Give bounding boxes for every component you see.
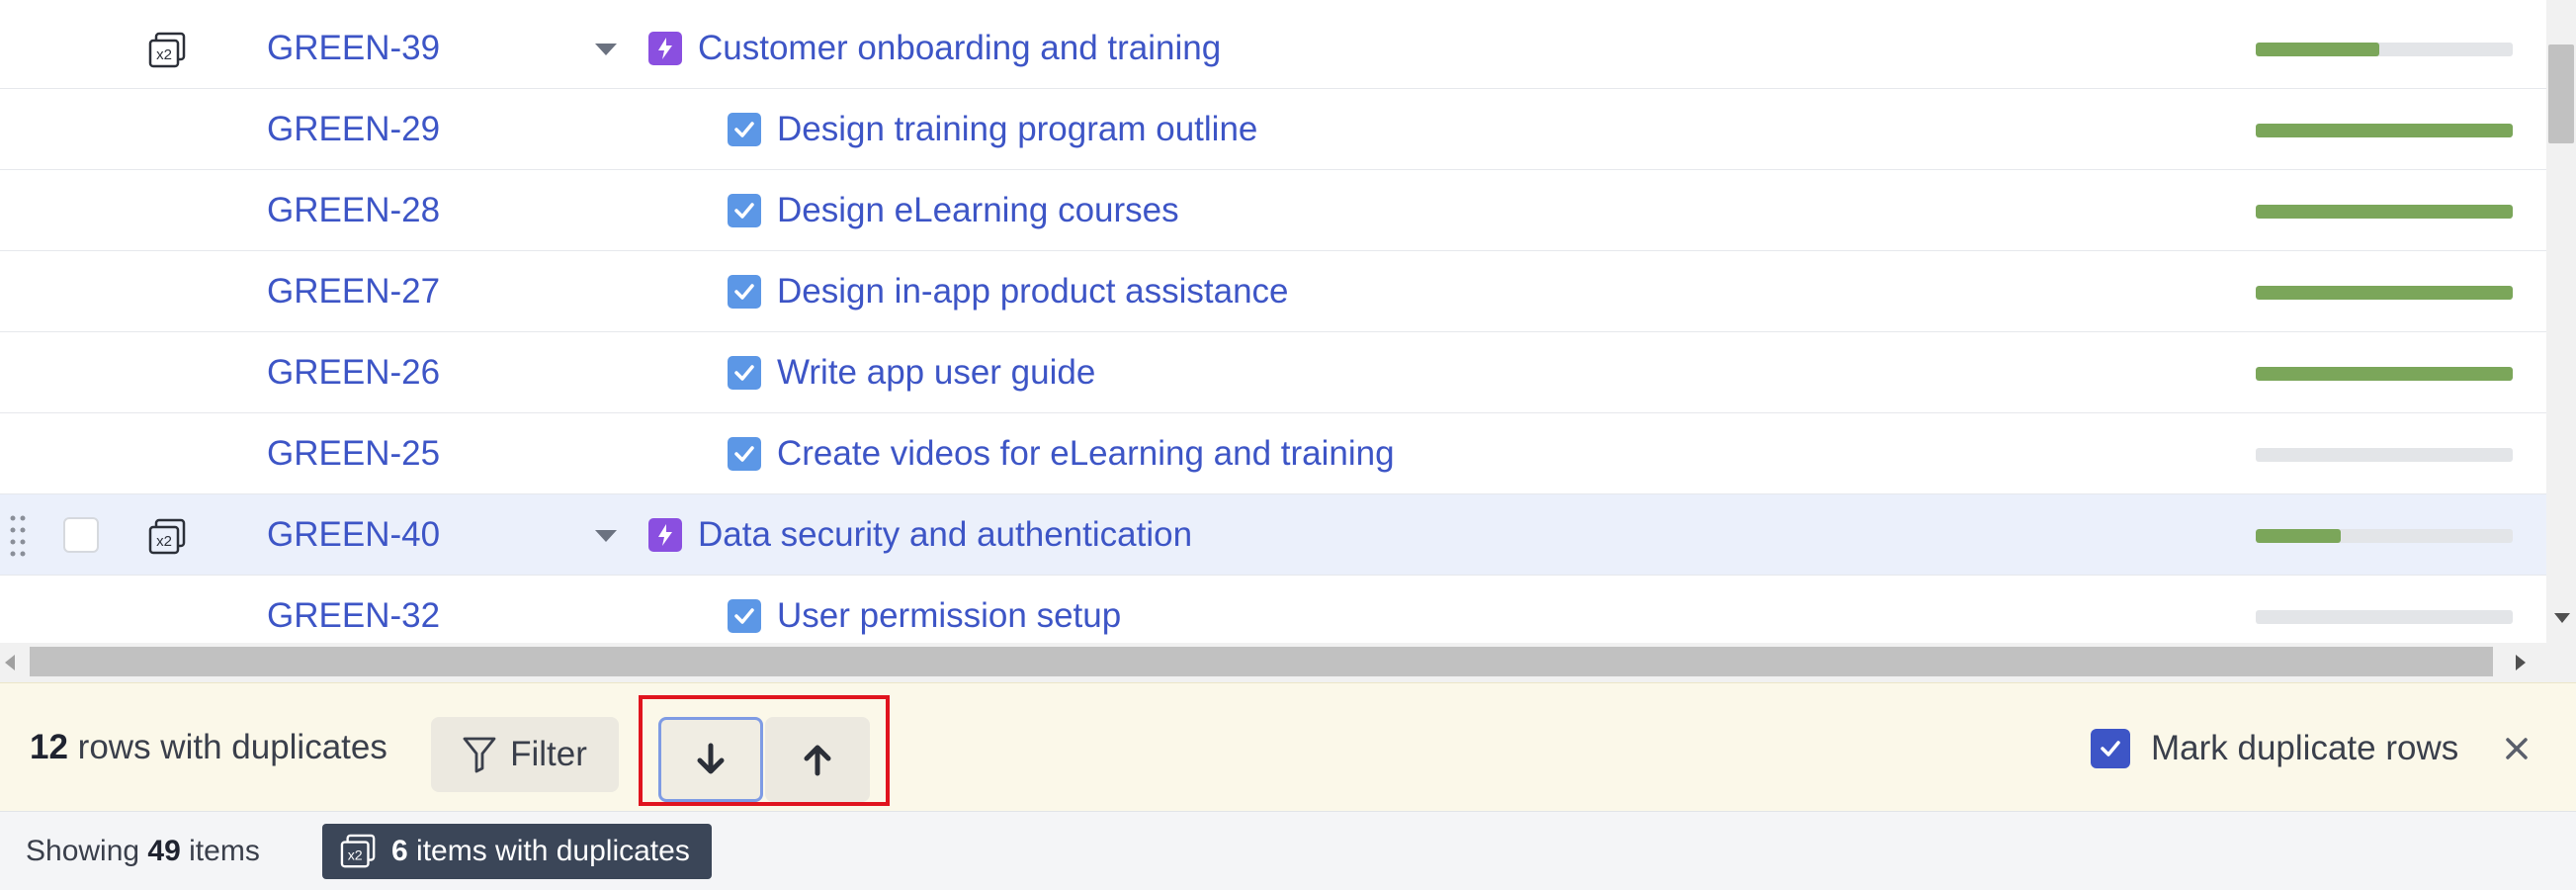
- issue-key[interactable]: GREEN-29: [267, 89, 440, 170]
- checkbox-task-icon: [728, 356, 761, 390]
- checkbox-task-icon: [728, 194, 761, 227]
- duplicate-icon[interactable]: x2: [148, 32, 188, 69]
- next-duplicate-button[interactable]: [658, 717, 763, 802]
- table-row[interactable]: GREEN-25 Create videos for eLearning and…: [0, 413, 2546, 494]
- table-row[interactable]: GREEN-28 Design eLearning courses: [0, 170, 2546, 251]
- scroll-left-arrow-icon[interactable]: [5, 655, 15, 670]
- issue-title[interactable]: Design training program outline: [777, 89, 1257, 170]
- scroll-right-arrow-icon[interactable]: [2516, 655, 2526, 670]
- vertical-scroll-thumb[interactable]: [2548, 45, 2574, 143]
- funnel-icon: [463, 737, 496, 773]
- duplicate-badge-text: x2: [156, 46, 172, 63]
- close-icon[interactable]: [2501, 733, 2533, 764]
- progress-bar: [2256, 205, 2513, 219]
- table-row[interactable]: GREEN-32 User permission setup: [0, 576, 2546, 643]
- filter-button[interactable]: Filter: [431, 717, 619, 792]
- showing-suffix: items: [189, 835, 260, 867]
- drag-handle-icon[interactable]: [8, 514, 28, 560]
- issue-title[interactable]: Design eLearning courses: [777, 170, 1179, 251]
- table-row[interactable]: GREEN-26 Write app user guide: [0, 332, 2546, 413]
- progress-fill: [2256, 286, 2513, 300]
- vertical-scrollbar[interactable]: [2546, 0, 2576, 643]
- collapse-caret-icon[interactable]: [595, 530, 617, 542]
- issue-key[interactable]: GREEN-25: [267, 413, 440, 494]
- issue-title[interactable]: User permission setup: [777, 576, 1121, 643]
- issue-key[interactable]: GREEN-26: [267, 332, 440, 413]
- progress-fill: [2256, 43, 2379, 56]
- scrollbar-corner: [2546, 643, 2576, 682]
- issue-title[interactable]: Customer onboarding and training: [698, 8, 1221, 89]
- arrow-down-icon: [697, 743, 725, 774]
- progress-fill: [2256, 529, 2341, 543]
- progress-bar: [2256, 286, 2513, 300]
- collapse-caret-icon[interactable]: [595, 44, 617, 55]
- showing-items-text: Showing 49 items: [26, 812, 260, 891]
- arrow-up-icon: [804, 745, 831, 776]
- filter-button-label: Filter: [510, 735, 587, 773]
- checkbox-task-icon: [728, 437, 761, 471]
- issue-key[interactable]: GREEN-32: [267, 576, 440, 643]
- issues-grid: x2 GREEN-39 Customer onboarding and trai…: [0, 0, 2546, 643]
- duplicate-badge-text: x2: [348, 848, 363, 864]
- showing-prefix: Showing: [26, 835, 140, 867]
- issue-title[interactable]: Write app user guide: [777, 332, 1095, 413]
- previous-duplicate-button[interactable]: [765, 717, 870, 802]
- duplicate-count-number: 12: [30, 728, 68, 766]
- duplicate-icon[interactable]: x2: [148, 518, 188, 556]
- progress-bar: [2256, 529, 2513, 543]
- progress-bar: [2256, 43, 2513, 56]
- issue-title[interactable]: Design in-app product assistance: [777, 251, 1289, 332]
- horizontal-scroll-thumb[interactable]: [30, 647, 2493, 676]
- issue-key[interactable]: GREEN-40: [267, 494, 440, 576]
- mark-duplicate-rows-checkbox[interactable]: [2091, 729, 2130, 768]
- progress-fill: [2256, 367, 2513, 381]
- progress-bar: [2256, 610, 2513, 624]
- horizontal-scrollbar[interactable]: [0, 643, 2546, 682]
- scroll-down-arrow-icon[interactable]: [2554, 613, 2570, 623]
- showing-count: 49: [147, 835, 181, 867]
- checkbox-task-icon: [728, 599, 761, 633]
- issue-title[interactable]: Create videos for eLearning and training: [777, 413, 1395, 494]
- dup-items-label: items with duplicates: [416, 835, 690, 867]
- issue-key[interactable]: GREEN-28: [267, 170, 440, 251]
- progress-bar: [2256, 448, 2513, 462]
- checkbox-task-icon: [728, 113, 761, 146]
- table-row[interactable]: x2 GREEN-39 Customer onboarding and trai…: [0, 8, 2546, 89]
- duplicate-count-label: rows with duplicates: [77, 728, 387, 766]
- progress-fill: [2256, 205, 2513, 219]
- lightning-icon: [648, 518, 682, 552]
- issue-key[interactable]: GREEN-39: [267, 8, 440, 89]
- progress-bar: [2256, 367, 2513, 381]
- row-select-checkbox[interactable]: [63, 517, 99, 553]
- duplicate-rows-count: 12 rows with duplicates: [30, 683, 387, 812]
- items-with-duplicates-button[interactable]: x2 6 items with duplicates: [322, 824, 712, 879]
- duplicate-badge-text: x2: [156, 533, 172, 550]
- dup-items-count: 6: [391, 835, 408, 867]
- progress-fill: [2256, 124, 2513, 137]
- progress-bar: [2256, 124, 2513, 137]
- lightning-icon: [648, 32, 682, 65]
- mark-duplicate-rows-label[interactable]: Mark duplicate rows: [2151, 683, 2458, 814]
- issue-title[interactable]: Data security and authentication: [698, 494, 1192, 576]
- table-row-selected[interactable]: x2 GREEN-40 Data security and authentica…: [0, 494, 2546, 576]
- duplicates-toolbar: 12 rows with duplicates Filter Mark dupl…: [0, 682, 2576, 811]
- table-row[interactable]: GREEN-29 Design training program outline: [0, 89, 2546, 170]
- table-row[interactable]: GREEN-27 Design in-app product assistanc…: [0, 251, 2546, 332]
- checkbox-task-icon: [728, 275, 761, 309]
- status-bar: Showing 49 items x2 6 items with duplica…: [0, 811, 2576, 890]
- issue-key[interactable]: GREEN-27: [267, 251, 440, 332]
- duplicate-icon: x2: [340, 834, 376, 868]
